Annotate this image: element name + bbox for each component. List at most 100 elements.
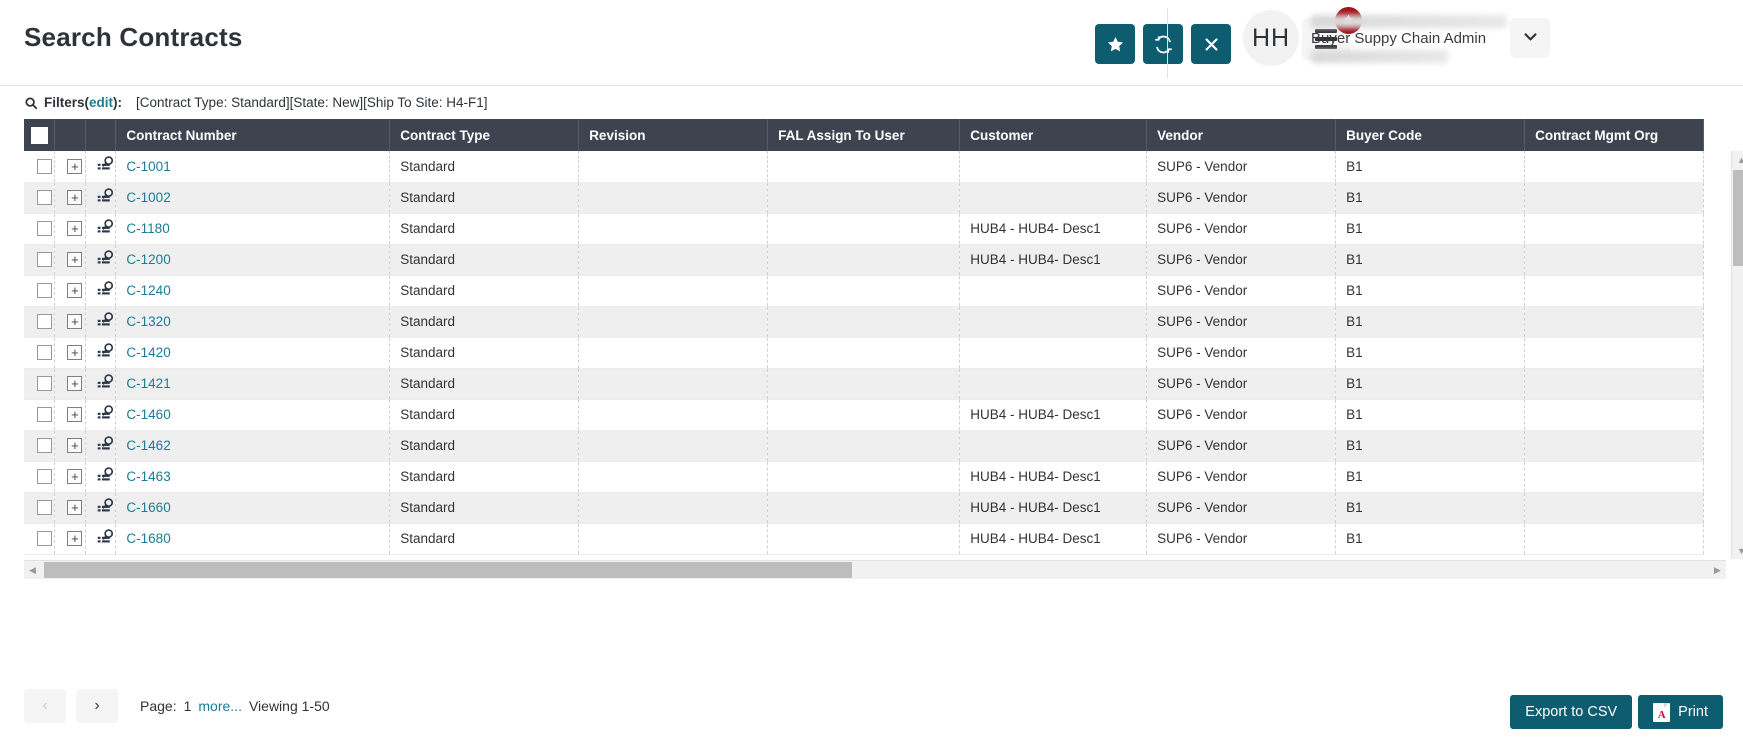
contract-number-link[interactable]: C-1463	[126, 469, 170, 484]
table-row[interactable]: + C-1680 Standard HUB4 - HUB4- Desc1 SUP6 - …	[24, 523, 1704, 555]
more-pages-link[interactable]: more...	[198, 698, 242, 714]
column-header-contract-number[interactable]: Contract Number	[115, 119, 391, 151]
row-checkbox[interactable]	[36, 283, 52, 299]
list-search-icon[interactable]	[97, 497, 114, 518]
row-checkbox[interactable]	[36, 252, 52, 268]
plus-square-icon[interactable]: +	[67, 221, 83, 237]
list-search-icon[interactable]	[97, 435, 114, 456]
table-row[interactable]: + C-1462 Standard SUP6 - Vendor B1	[24, 430, 1704, 462]
contract-number-link[interactable]: C-1421	[126, 376, 170, 391]
table-row[interactable]: + C-1660 Standard HUB4 - HUB4- Desc1 SUP6 - …	[24, 492, 1704, 524]
row-detail-cell	[85, 461, 117, 493]
scroll-left-icon[interactable]: ◀	[24, 561, 41, 579]
column-header-contract-mgmt-org[interactable]: Contract Mgmt Org	[1524, 119, 1704, 151]
contract-number-link[interactable]: C-1420	[126, 345, 170, 360]
list-search-icon[interactable]	[97, 156, 114, 176]
table-row[interactable]: + C-1320 Standard SUP6 - Vendor B1	[24, 306, 1704, 338]
row-checkbox[interactable]	[36, 500, 52, 516]
cell-fal-assign-to-user	[767, 368, 961, 400]
contract-number-link[interactable]: C-1200	[126, 252, 170, 267]
contract-number-link[interactable]: C-1680	[126, 531, 170, 546]
user-zone[interactable]: HH Buyer Suppy Chain Admin	[1243, 10, 1509, 66]
plus-square-icon[interactable]: +	[67, 407, 83, 423]
refresh-button[interactable]	[1143, 24, 1183, 64]
contract-number-link[interactable]: C-1001	[126, 159, 170, 174]
list-search-icon[interactable]	[97, 311, 114, 332]
plus-square-icon[interactable]: +	[67, 469, 83, 485]
table-row[interactable]: + C-1001 Standard SUP6 - Vendor B1	[24, 151, 1704, 183]
row-checkbox[interactable]	[36, 159, 52, 175]
scroll-down-icon[interactable]: ▼	[1732, 542, 1743, 559]
plus-square-icon[interactable]: +	[67, 283, 83, 299]
filter-close-paren: ):	[113, 95, 123, 110]
table-row[interactable]: + C-1421 Standard SUP6 - Vendor B1	[24, 368, 1704, 400]
previous-page-button[interactable]: ‹	[24, 689, 66, 723]
table-row[interactable]: + C-1463 Standard HUB4 - HUB4- Desc1 SUP6 - …	[24, 461, 1704, 493]
avatar: HH	[1243, 10, 1299, 66]
scroll-right-icon[interactable]: ▶	[1709, 561, 1726, 579]
filter-edit-link[interactable]: edit	[89, 95, 113, 110]
horizontal-scrollbar[interactable]: ◀ ▶	[24, 560, 1726, 579]
cell-revision	[578, 430, 769, 462]
list-search-icon[interactable]	[97, 249, 114, 270]
table-row[interactable]: + C-1200 Standard HUB4 - HUB4- Desc1 SUP6 - …	[24, 244, 1704, 276]
list-search-icon[interactable]	[97, 404, 114, 425]
plus-square-icon[interactable]: +	[67, 252, 83, 268]
contract-number-link[interactable]: C-1462	[126, 438, 170, 453]
table-row[interactable]: + C-1420 Standard SUP6 - Vendor B1	[24, 337, 1704, 369]
column-header-fal-assign-to-user[interactable]: FAL Assign To User	[767, 119, 961, 151]
plus-square-icon[interactable]: +	[67, 500, 83, 516]
scroll-up-icon[interactable]: ▲	[1732, 151, 1743, 168]
cell-contract-number: C-1320	[115, 306, 391, 338]
print-button[interactable]: A Print	[1638, 695, 1723, 729]
column-header-customer[interactable]: Customer	[959, 119, 1148, 151]
cell-vendor: SUP6 - Vendor	[1146, 337, 1337, 369]
column-header-vendor[interactable]: Vendor	[1146, 119, 1337, 151]
row-checkbox[interactable]	[36, 221, 52, 237]
plus-square-icon[interactable]: +	[67, 314, 83, 330]
plus-square-icon[interactable]: +	[67, 438, 83, 454]
table-row[interactable]: + C-1460 Standard HUB4 - HUB4- Desc1 SUP6 - …	[24, 399, 1704, 431]
column-header-revision[interactable]: Revision	[578, 119, 769, 151]
contract-number-link[interactable]: C-1240	[126, 283, 170, 298]
horizontal-scroll-thumb[interactable]	[44, 562, 852, 578]
user-menu-toggle[interactable]	[1510, 18, 1550, 58]
row-checkbox[interactable]	[36, 376, 52, 392]
contract-number-link[interactable]: C-1320	[126, 314, 170, 329]
row-checkbox[interactable]	[36, 345, 52, 361]
contract-number-link[interactable]: C-1002	[126, 190, 170, 205]
list-search-icon[interactable]	[97, 466, 114, 487]
plus-square-icon[interactable]: +	[67, 531, 83, 547]
list-search-icon[interactable]	[97, 280, 114, 301]
list-search-icon[interactable]	[97, 528, 114, 549]
row-checkbox[interactable]	[36, 438, 52, 454]
table-row[interactable]: + C-1240 Standard SUP6 - Vendor B1	[24, 275, 1704, 307]
table-row[interactable]: + C-1180 Standard HUB4 - HUB4- Desc1 SUP6 - …	[24, 213, 1704, 245]
plus-square-icon[interactable]: +	[67, 345, 83, 361]
select-all-checkbox[interactable]	[30, 126, 48, 144]
list-search-icon[interactable]	[97, 373, 114, 394]
row-checkbox[interactable]	[36, 469, 52, 485]
row-checkbox[interactable]	[36, 407, 52, 423]
list-search-icon[interactable]	[97, 187, 114, 208]
row-checkbox[interactable]	[36, 531, 52, 547]
column-header-buyer-code[interactable]: Buyer Code	[1335, 119, 1526, 151]
contract-number-link[interactable]: C-1180	[126, 221, 169, 236]
vertical-scroll-thumb[interactable]	[1733, 170, 1743, 266]
contract-number-link[interactable]: C-1460	[126, 407, 170, 422]
table-row[interactable]: + C-1002 Standard SUP6 - Vendor B1	[24, 182, 1704, 214]
column-header-contract-type[interactable]: Contract Type	[389, 119, 580, 151]
next-page-button[interactable]: ›	[76, 689, 118, 723]
list-search-icon[interactable]	[97, 218, 114, 239]
plus-square-icon[interactable]: +	[67, 376, 83, 392]
close-button[interactable]	[1191, 24, 1231, 64]
export-to-csv-button[interactable]: Export to CSV	[1510, 695, 1633, 729]
favorite-button[interactable]	[1095, 24, 1135, 64]
vertical-scrollbar[interactable]: ▲ ▼	[1731, 151, 1743, 559]
plus-square-icon[interactable]: +	[67, 159, 83, 175]
contract-number-link[interactable]: C-1660	[126, 500, 170, 515]
list-search-icon[interactable]	[97, 342, 114, 363]
row-checkbox[interactable]	[36, 190, 52, 206]
plus-square-icon[interactable]: +	[67, 190, 83, 206]
row-checkbox[interactable]	[36, 314, 52, 330]
